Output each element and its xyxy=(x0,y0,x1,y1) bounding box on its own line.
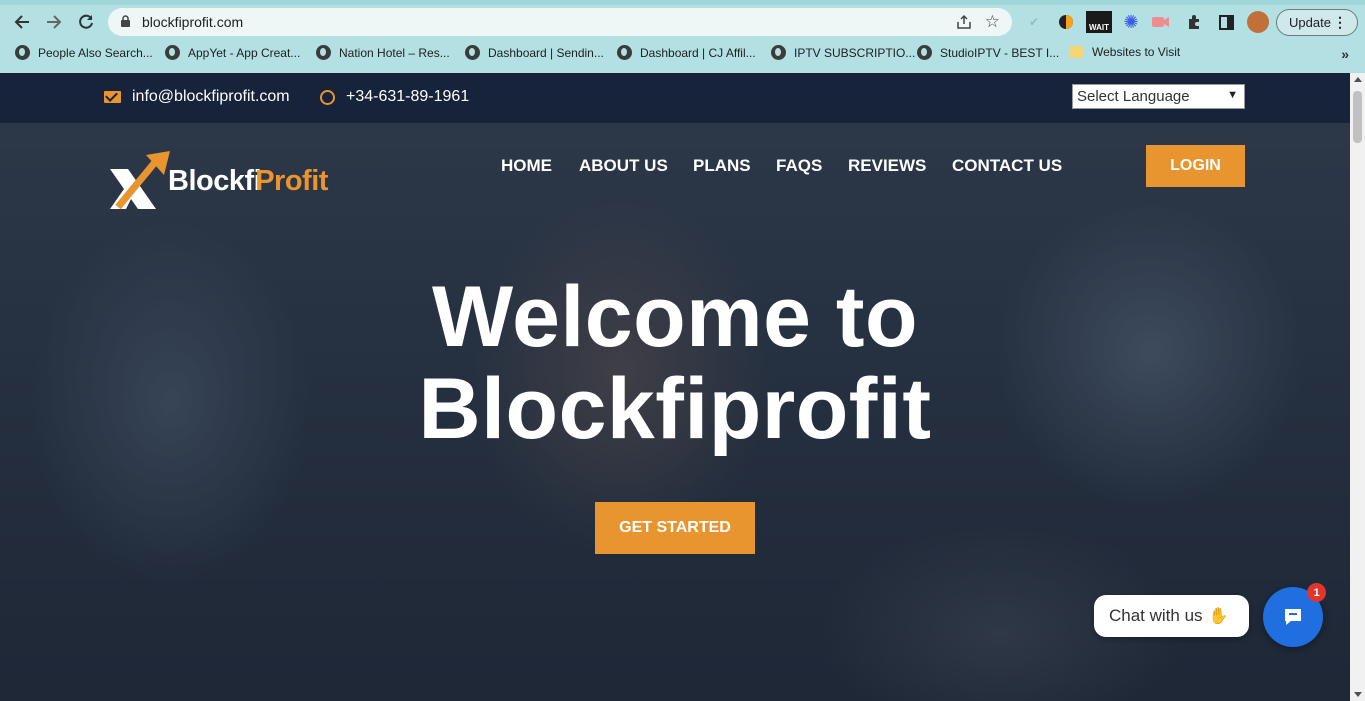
scroll-down-icon[interactable] xyxy=(1354,692,1362,697)
cj-icon xyxy=(617,45,632,60)
bookmark-folder[interactable]: Websites to Visit xyxy=(1069,45,1180,59)
get-started-button[interactable]: GET STARTED xyxy=(595,502,755,554)
phone-text: +34-631-89-1961 xyxy=(346,88,470,105)
language-select-value: Select Language xyxy=(1077,88,1190,105)
wait-badge-text: WAIT xyxy=(1089,23,1109,32)
bookmark-star-icon[interactable]: ☆ xyxy=(985,12,1000,32)
chevron-down-icon: ▼ xyxy=(1227,89,1238,101)
phone-contact[interactable]: +34-631-89-1961 xyxy=(320,88,469,106)
bookmark-label: StudioIPTV - BEST I... xyxy=(940,45,1060,60)
whatsapp-icon xyxy=(320,89,335,105)
bookmark-label: IPTV SUBSCRIPTIO... xyxy=(794,45,916,60)
gear-extension-icon[interactable]: ✺ xyxy=(1121,12,1141,32)
scrollbar-thumb[interactable] xyxy=(1353,91,1362,143)
side-panel-icon[interactable] xyxy=(1216,12,1236,32)
chat-prompt[interactable]: Chat with us ✋ xyxy=(1094,595,1249,637)
nav-plans[interactable]: PLANS xyxy=(693,156,751,176)
circle-extension-icon[interactable] xyxy=(1056,12,1076,32)
globe-icon xyxy=(465,45,480,60)
nav-contact-us[interactable]: CONTACT US xyxy=(952,156,1062,176)
address-bar[interactable]: blockfiprofit.com ☆ xyxy=(108,8,1012,36)
update-label: Update xyxy=(1289,15,1331,30)
chat-prompt-text: Chat with us xyxy=(1109,606,1203,625)
bookmark-label: AppYet - App Creat... xyxy=(188,45,301,60)
bookmark-item[interactable]: People Also Search... xyxy=(15,45,153,60)
page-scrollbar[interactable] xyxy=(1350,73,1365,701)
back-button[interactable] xyxy=(10,10,34,34)
logo-text-white: Blockfi xyxy=(168,164,262,197)
scroll-up-icon[interactable] xyxy=(1354,77,1362,82)
hero-title: Welcome to Blockfiprofit xyxy=(0,271,1350,455)
forward-arrow-icon xyxy=(47,15,62,29)
nav-about-us[interactable]: ABOUT US xyxy=(579,156,668,176)
email-contact[interactable]: info@blockfiprofit.com xyxy=(104,88,290,106)
hero-title-line2: Blockfiprofit xyxy=(418,361,932,457)
chat-icon xyxy=(1285,609,1301,625)
bookmark-item[interactable]: Dashboard | CJ Affil... xyxy=(617,45,756,60)
chat-unread-badge: 1 xyxy=(1307,583,1326,602)
reload-icon xyxy=(79,14,93,29)
reload-button[interactable] xyxy=(74,10,98,34)
email-text: info@blockfiprofit.com xyxy=(132,88,290,105)
globe-icon xyxy=(917,45,932,60)
update-button[interactable]: Update ⋮ xyxy=(1276,9,1358,36)
web-page: info@blockfiprofit.com +34-631-89-1961 S… xyxy=(0,73,1350,701)
menu-dots-icon[interactable]: ⋮ xyxy=(1333,14,1347,31)
bookmark-item[interactable]: AppYet - App Creat... xyxy=(165,45,300,60)
login-button[interactable]: LOGIN xyxy=(1146,145,1245,187)
bookmarks-bar: People Also Search... AppYet - App Creat… xyxy=(0,42,1365,66)
waving-hand-icon: ✋ xyxy=(1208,608,1229,625)
bookmark-label: Dashboard | Sendin... xyxy=(488,45,604,60)
nav-faqs[interactable]: FAQS xyxy=(776,156,822,176)
bookmark-item[interactable]: Nation Hotel – Res... xyxy=(316,45,450,60)
site-logo[interactable]: Blockfi Profit xyxy=(106,149,328,213)
bookmark-label: Nation Hotel – Res... xyxy=(339,45,450,60)
check-extension-icon[interactable]: ✔ xyxy=(1024,12,1044,32)
envelope-icon xyxy=(104,91,121,103)
bookmark-label: Websites to Visit xyxy=(1092,45,1181,59)
back-arrow-icon xyxy=(14,15,29,29)
contact-topbar: info@blockfiprofit.com +34-631-89-1961 S… xyxy=(0,73,1350,123)
bookmark-item[interactable]: Dashboard | Sendin... xyxy=(465,45,604,60)
browser-chrome: blockfiprofit.com ☆ ✔ WAIT ✺ Update ⋮ Pe… xyxy=(0,0,1365,73)
globe-icon xyxy=(165,45,180,60)
globe-icon xyxy=(771,45,786,60)
bookmark-label: Dashboard | CJ Affil... xyxy=(640,45,756,60)
globe-icon xyxy=(316,45,331,60)
nav-home[interactable]: HOME xyxy=(501,156,552,176)
url-text: blockfiprofit.com xyxy=(142,14,244,30)
bookmark-item[interactable]: IPTV SUBSCRIPTIO... xyxy=(771,45,915,60)
tab-strip xyxy=(0,0,1365,5)
logo-arrow-icon xyxy=(110,151,170,210)
nav-reviews[interactable]: REVIEWS xyxy=(848,156,926,176)
hero-title-line1: Welcome to xyxy=(431,269,919,365)
logo-text-orange: Profit xyxy=(255,164,328,197)
forward-button[interactable] xyxy=(42,10,66,34)
video-extension-icon[interactable] xyxy=(1151,12,1171,32)
lock-icon xyxy=(121,15,130,27)
bookmarks-overflow-icon[interactable]: » xyxy=(1341,46,1349,62)
puzzle-extensions-icon[interactable] xyxy=(1184,12,1204,32)
language-select[interactable]: Select Language ▼ xyxy=(1072,84,1245,109)
share-icon[interactable] xyxy=(956,14,972,30)
bookmark-item[interactable]: StudioIPTV - BEST I... xyxy=(917,45,1059,60)
profile-avatar[interactable] xyxy=(1247,11,1269,33)
globe-icon xyxy=(15,45,30,60)
bookmark-label: People Also Search... xyxy=(38,45,153,60)
wait-extension-icon[interactable]: WAIT xyxy=(1086,11,1112,33)
folder-icon xyxy=(1069,46,1083,58)
